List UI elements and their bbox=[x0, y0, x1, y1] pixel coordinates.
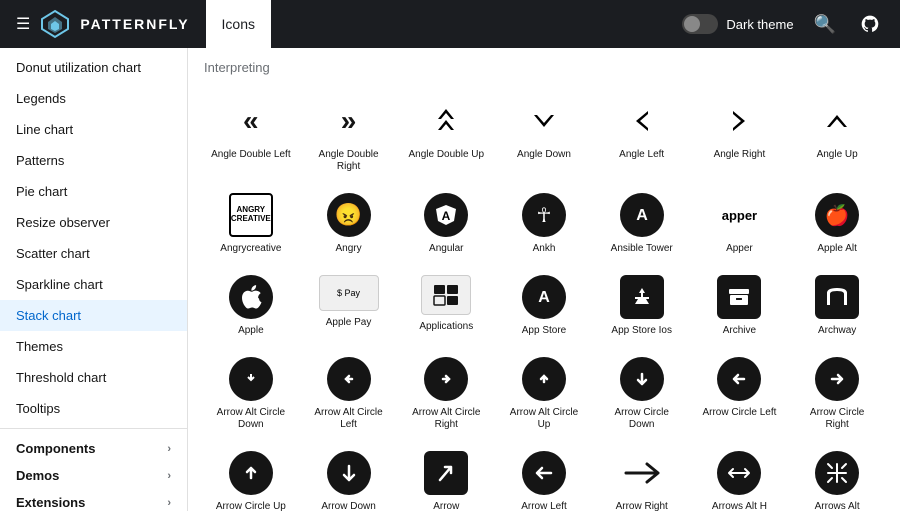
sidebar-section-demos[interactable]: Demos › bbox=[0, 460, 187, 487]
icon-arrow[interactable]: Arrow bbox=[399, 443, 493, 511]
icon-angry[interactable]: 😠 Angry bbox=[302, 185, 396, 263]
sidebar-item-themes[interactable]: Themes bbox=[0, 331, 187, 362]
icon-angrycreative[interactable]: ANGRYCREATIVE Angrycreative bbox=[204, 185, 298, 263]
icon-arrow-left[interactable]: Arrow Left bbox=[497, 443, 591, 511]
icon-arrow-down[interactable]: Arrow Down bbox=[302, 443, 396, 511]
header: ☰ PATTERNFLY Icons Dark theme 🔍 bbox=[0, 0, 900, 48]
toggle-thumb bbox=[684, 16, 700, 32]
icon-archway[interactable]: Archway bbox=[790, 267, 884, 345]
icon-arrow-circle-down[interactable]: Arrow Circle Down bbox=[595, 349, 689, 439]
chevron-right-icon: › bbox=[167, 470, 171, 482]
icons-tab[interactable]: Icons bbox=[206, 0, 271, 48]
toggle-track[interactable] bbox=[682, 14, 718, 34]
logo-area: ☰ PATTERNFLY bbox=[16, 9, 190, 39]
icon-app-store-ios[interactable]: App Store Ios bbox=[595, 267, 689, 345]
hamburger-icon[interactable]: ☰ bbox=[16, 14, 30, 34]
icon-arrow-alt-circle-down[interactable]: Arrow Alt Circle Down bbox=[204, 349, 298, 439]
sidebar-item-scatter[interactable]: Scatter chart bbox=[0, 238, 187, 269]
dark-theme-label: Dark theme bbox=[726, 17, 793, 32]
svg-text:A: A bbox=[442, 209, 451, 223]
icon-apple-alt[interactable]: 🍎 Apple Alt bbox=[790, 185, 884, 263]
sidebar-item-pie[interactable]: Pie chart bbox=[0, 176, 187, 207]
logo-text: PATTERNFLY bbox=[80, 16, 189, 32]
chevron-right-icon: › bbox=[167, 497, 171, 509]
content-area: Interpreting « Angle Double Left » Angle… bbox=[188, 48, 900, 511]
icon-angle-right[interactable]: Angle Right bbox=[693, 91, 787, 181]
icon-arrow-circle-right[interactable]: Arrow Circle Right bbox=[790, 349, 884, 439]
icon-arrows-alt-h[interactable]: Arrows Alt H bbox=[693, 443, 787, 511]
search-icon[interactable]: 🔍 bbox=[810, 14, 840, 35]
sidebar-item-tooltips[interactable]: Tooltips bbox=[0, 393, 187, 424]
icon-angle-double-right[interactable]: » Angle Double Right bbox=[302, 91, 396, 181]
sidebar-item-resize[interactable]: Resize observer bbox=[0, 207, 187, 238]
icon-angle-double-left[interactable]: « Angle Double Left bbox=[204, 91, 298, 181]
chevron-right-icon: › bbox=[167, 443, 171, 455]
dark-theme-toggle[interactable]: Dark theme bbox=[682, 14, 793, 34]
icon-applications[interactable]: Applications bbox=[399, 267, 493, 345]
icon-angular[interactable]: A Angular bbox=[399, 185, 493, 263]
icon-arrow-circle-left[interactable]: Arrow Circle Left bbox=[693, 349, 787, 439]
sidebar-item-stack[interactable]: Stack chart bbox=[0, 300, 187, 331]
icon-angle-left[interactable]: Angle Left bbox=[595, 91, 689, 181]
icon-angle-down[interactable]: Angle Down bbox=[497, 91, 591, 181]
sidebar-item-line[interactable]: Line chart bbox=[0, 114, 187, 145]
sidebar-item-legends[interactable]: Legends bbox=[0, 83, 187, 114]
icon-arrow-alt-circle-left[interactable]: Arrow Alt Circle Left bbox=[302, 349, 396, 439]
icon-arrow-alt-circle-right[interactable]: Arrow Alt Circle Right bbox=[399, 349, 493, 439]
sidebar: Donut utilization chart Legends Line cha… bbox=[0, 48, 188, 511]
sidebar-item-threshold[interactable]: Threshold chart bbox=[0, 362, 187, 393]
main-layout: Donut utilization chart Legends Line cha… bbox=[0, 48, 900, 511]
sidebar-section-components[interactable]: Components › bbox=[0, 433, 187, 460]
icon-arrows-alt[interactable]: Arrows Alt bbox=[790, 443, 884, 511]
svg-text:A: A bbox=[636, 207, 648, 224]
icon-arrow-alt-circle-up[interactable]: Arrow Alt Circle Up bbox=[497, 349, 591, 439]
sidebar-item-donut[interactable]: Donut utilization chart bbox=[0, 52, 187, 83]
icon-angle-up[interactable]: Angle Up bbox=[790, 91, 884, 181]
icon-angle-double-up[interactable]: Angle Double Up bbox=[399, 91, 493, 181]
sidebar-section-extensions[interactable]: Extensions › bbox=[0, 487, 187, 511]
icon-apper[interactable]: apper Apper bbox=[693, 185, 787, 263]
sidebar-item-patterns[interactable]: Patterns bbox=[0, 145, 187, 176]
content-subtitle: Interpreting bbox=[204, 60, 884, 75]
icon-ankh[interactable]: ☥ Ankh bbox=[497, 185, 591, 263]
patternfly-logo-icon bbox=[40, 9, 70, 39]
github-icon[interactable] bbox=[856, 14, 884, 34]
svg-text:A: A bbox=[538, 289, 550, 306]
icon-arrow-right[interactable]: Arrow Right bbox=[595, 443, 689, 511]
icons-grid: « Angle Double Left » Angle Double Right… bbox=[204, 91, 884, 511]
icon-arrow-circle-up[interactable]: Arrow Circle Up bbox=[204, 443, 298, 511]
sidebar-item-sparkline[interactable]: Sparkline chart bbox=[0, 269, 187, 300]
icon-ansible-tower[interactable]: A Ansible Tower bbox=[595, 185, 689, 263]
icon-apple[interactable]: Apple bbox=[204, 267, 298, 345]
icon-app-store[interactable]: A App Store bbox=[497, 267, 591, 345]
icon-apple-pay[interactable]: $ Pay Apple Pay bbox=[302, 267, 396, 345]
sidebar-divider-1 bbox=[0, 428, 187, 429]
icon-archive[interactable]: Archive bbox=[693, 267, 787, 345]
